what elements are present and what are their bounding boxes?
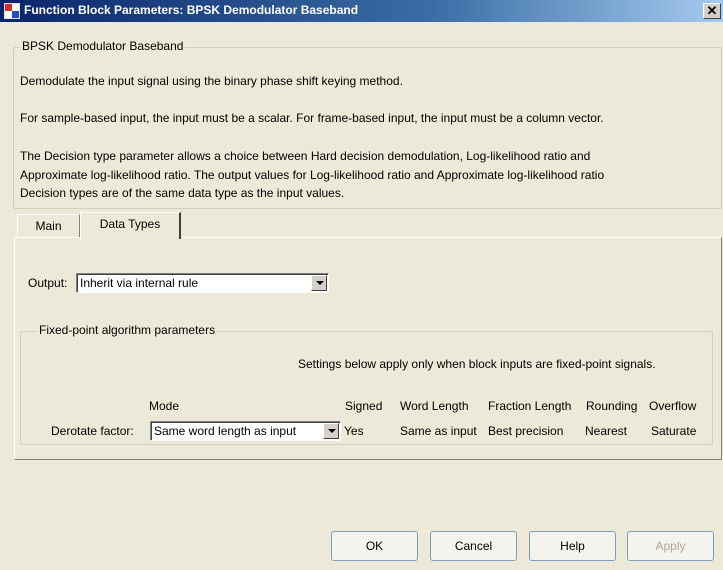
tab-main-label: Main: [35, 219, 62, 233]
description-line: The Decision type parameter allows a cho…: [20, 149, 591, 163]
description-line: Approximate log-likelihood ratio. The ou…: [20, 168, 605, 182]
mode-header: Mode: [149, 399, 180, 413]
description-group: [13, 47, 722, 209]
description-line: Demodulate the input signal using the bi…: [20, 74, 403, 88]
word-length-value: Same as input: [400, 424, 477, 438]
cancel-button[interactable]: Cancel: [430, 531, 517, 561]
chevron-down-icon[interactable]: [311, 275, 327, 291]
signed-value: Yes: [344, 424, 364, 438]
apply-button: Apply: [627, 531, 714, 561]
output-select-value: Inherit via internal rule: [80, 276, 199, 290]
overflow-header: Overflow: [649, 399, 697, 413]
rounding-value: Nearest: [585, 424, 628, 438]
chevron-down-icon[interactable]: [323, 423, 339, 439]
ok-button[interactable]: OK: [331, 531, 418, 561]
close-icon[interactable]: ✕: [703, 3, 721, 19]
derotate-mode-value: Same word length as input: [154, 424, 297, 438]
signed-header: Signed: [345, 399, 383, 413]
simulink-block-icon: [4, 3, 20, 19]
description-line: Decision types are of the same data type…: [20, 186, 345, 200]
derotate-factor-label: Derotate factor:: [51, 424, 134, 438]
fixed-point-group-legend: Fixed-point algorithm parameters: [37, 323, 218, 337]
tab-data-types-label: Data Types: [99, 217, 161, 231]
title-bar: Function Block Parameters: BPSK Demodula…: [0, 0, 723, 22]
description-group-legend: BPSK Demodulator Baseband: [20, 39, 186, 53]
help-button[interactable]: Help: [529, 531, 616, 561]
window-title: Function Block Parameters: BPSK Demodula…: [24, 3, 359, 17]
fraction-length-header: Fraction Length: [488, 399, 572, 413]
rounding-header: Rounding: [586, 399, 638, 413]
output-select[interactable]: Inherit via internal rule: [76, 273, 329, 293]
fraction-length-value: Best precision: [488, 424, 564, 438]
derotate-mode-select[interactable]: Same word length as input: [150, 421, 341, 441]
description-line: For sample-based input, the input must b…: [20, 111, 604, 125]
word-length-header: Word Length: [400, 399, 469, 413]
output-label: Output:: [28, 276, 68, 290]
fixed-point-note: Settings below apply only when block inp…: [298, 357, 656, 371]
tab-data-types[interactable]: Data Types: [80, 212, 181, 239]
overflow-value: Saturate: [651, 424, 697, 438]
tab-main[interactable]: Main: [17, 214, 80, 238]
